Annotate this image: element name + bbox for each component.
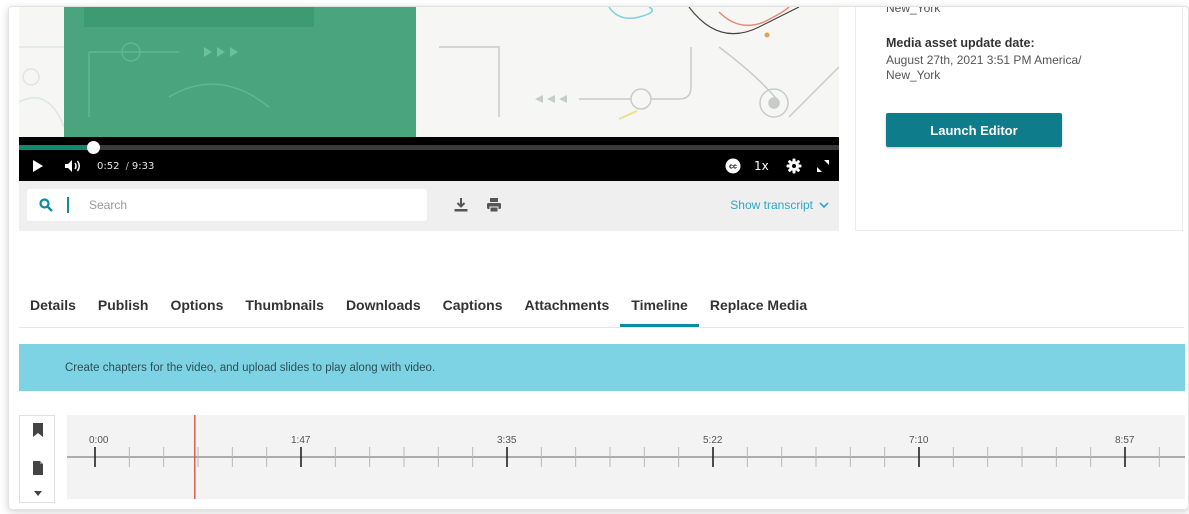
show-transcript-label: Show transcript xyxy=(730,198,813,212)
settings-button[interactable] xyxy=(785,157,803,175)
tab-replace-media[interactable]: Replace Media xyxy=(699,293,818,327)
show-transcript-toggle[interactable]: Show transcript xyxy=(730,198,829,212)
tab-downloads[interactable]: Downloads xyxy=(335,293,432,327)
play-button[interactable] xyxy=(29,157,47,175)
video-frame[interactable] xyxy=(19,7,839,137)
current-time: 0:52 xyxy=(97,160,120,172)
add-chapter-button[interactable] xyxy=(30,422,46,438)
svg-text:cc: cc xyxy=(729,164,737,171)
volume-button[interactable] xyxy=(63,157,83,175)
total-time: 9:33 xyxy=(131,160,155,172)
tab-timeline[interactable]: Timeline xyxy=(620,293,699,327)
player-control-bar: 0:52 / 9:33 cc 1x xyxy=(19,137,839,181)
tabs-divider xyxy=(19,327,1184,328)
captions-button[interactable]: cc xyxy=(725,158,741,174)
caret-down-icon xyxy=(34,491,42,496)
media-info-panel: New_York Media asset update date: August… xyxy=(855,7,1183,231)
search-icon xyxy=(39,198,61,212)
tab-attachments[interactable]: Attachments xyxy=(514,293,621,327)
time-readout: 0:52 / 9:33 xyxy=(97,157,154,175)
bookmark-icon xyxy=(33,423,43,437)
progress-knob[interactable] xyxy=(87,141,101,154)
gear-icon xyxy=(786,158,802,174)
media-tabs: Details Publish Options Thumbnails Downloads… xyxy=(19,293,818,327)
info-truncated-line: New_York xyxy=(886,6,941,15)
timeline-info-banner: Create chapters for the video, and uploa… xyxy=(19,344,1185,391)
update-date-label: Media asset update date: xyxy=(886,36,1035,50)
timeline-tick-label: 5:22 xyxy=(703,435,723,446)
search-box xyxy=(27,189,427,221)
play-icon xyxy=(33,160,43,172)
timeline-toolbar xyxy=(19,415,55,503)
timeline-svg: 0:00 1:47 3:35 5:22 7:10 8:57 xyxy=(67,415,1185,499)
tab-thumbnails[interactable]: Thumbnails xyxy=(234,293,335,327)
transcript-search-row: Show transcript xyxy=(19,181,839,231)
chevron-down-icon xyxy=(819,201,829,208)
tab-options[interactable]: Options xyxy=(159,293,234,327)
launch-editor-button[interactable]: Launch Editor xyxy=(886,113,1062,147)
printer-icon xyxy=(487,198,501,213)
search-input[interactable] xyxy=(89,198,389,212)
progress-bar[interactable] xyxy=(19,141,839,154)
timeline-tick-label: 0:00 xyxy=(89,435,109,446)
banner-text: Create chapters for the video, and uploa… xyxy=(65,361,436,374)
video-player: 0:52 / 9:33 cc 1x Search Show transcript xyxy=(19,7,839,231)
more-tools-button[interactable] xyxy=(30,486,46,502)
editor-window: 0:52 / 9:33 cc 1x Search Show transcript… xyxy=(8,6,1189,510)
fullscreen-icon xyxy=(817,160,829,172)
time-separator: / xyxy=(125,160,129,172)
timeline-ruler[interactable]: 0:00 1:47 3:35 5:22 7:10 8:57 xyxy=(67,415,1185,499)
playback-speed-button[interactable]: 1x xyxy=(754,157,769,175)
file-icon xyxy=(33,461,43,475)
print-button[interactable] xyxy=(486,197,502,213)
download-icon xyxy=(454,198,468,212)
closed-captions-icon: cc xyxy=(725,158,741,174)
video-thumbnail-art xyxy=(19,7,839,137)
tab-publish[interactable]: Publish xyxy=(87,293,160,327)
tab-details[interactable]: Details xyxy=(19,293,87,327)
download-button[interactable] xyxy=(453,197,469,213)
timeline-tick-label: 8:57 xyxy=(1115,435,1135,446)
add-slide-button[interactable] xyxy=(30,460,46,476)
timeline-tick-label: 1:47 xyxy=(291,435,311,446)
progress-fill xyxy=(19,145,94,150)
search-divider xyxy=(67,197,69,213)
fullscreen-button[interactable] xyxy=(814,157,832,175)
volume-icon xyxy=(65,160,80,172)
update-date-value: August 27th, 2021 3:51 PM America/ New_Y… xyxy=(886,53,1082,82)
timeline-tick-label: 3:35 xyxy=(497,435,517,446)
timeline-tick-label: 7:10 xyxy=(909,435,929,446)
tab-captions[interactable]: Captions xyxy=(432,293,514,327)
